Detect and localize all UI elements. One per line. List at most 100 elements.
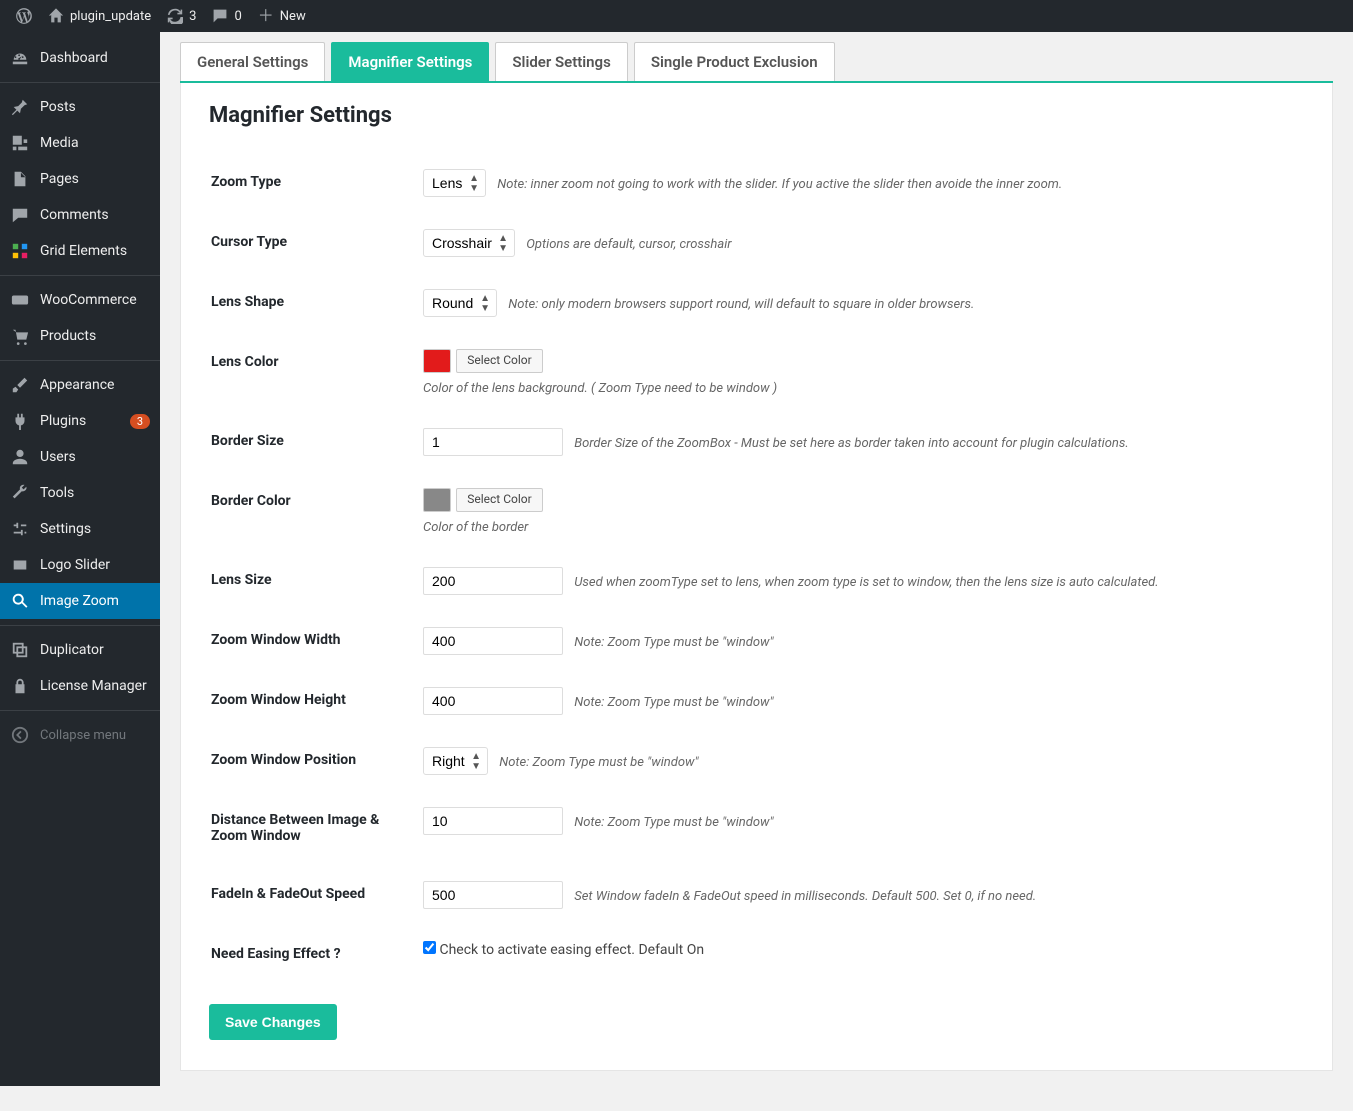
sidebar-item-tools[interactable]: Tools — [0, 475, 160, 511]
field-note: Used when zoomType set to lens, when zoo… — [574, 575, 1158, 590]
field-label: Border Color — [211, 473, 411, 550]
field-note: Note: Zoom Type must be "window" — [574, 635, 773, 650]
lens-shape-select[interactable]: Round — [424, 290, 496, 316]
field-label: Need Easing Effect ? — [211, 926, 411, 982]
field-note: Note: Zoom Type must be "window" — [574, 695, 773, 710]
comment-icon — [212, 8, 228, 24]
wp-logo[interactable] — [8, 0, 40, 32]
field-note: Set Window fadeIn & FadeOut speed in mil… — [574, 889, 1036, 904]
field-label: Zoom Window Width — [211, 612, 411, 670]
field-note: Options are default, cursor, crosshair — [526, 237, 731, 252]
wordpress-icon — [16, 8, 32, 24]
lens-color-button[interactable]: Select Color — [456, 349, 542, 373]
sidebar-item-grid-elements[interactable]: Grid Elements — [0, 233, 160, 269]
sidebar-item-products[interactable]: Products — [0, 318, 160, 354]
sidebar-item-label: Media — [40, 135, 150, 151]
sidebar-item-label: Comments — [40, 207, 150, 223]
refresh-icon — [167, 8, 183, 24]
field-note: Color of the lens background. ( Zoom Typ… — [423, 381, 1292, 396]
easing-label-text: Check to activate easing effect. Default… — [439, 942, 704, 958]
sidebar-item-label: Pages — [40, 171, 150, 187]
comments-link[interactable]: 0 — [204, 0, 249, 32]
border-color-button[interactable]: Select Color — [456, 488, 542, 512]
save-button[interactable]: Save Changes — [209, 1004, 337, 1040]
easing-checkbox-label[interactable]: Check to activate easing effect. Default… — [423, 942, 704, 958]
sidebar-item-label: Products — [40, 328, 150, 344]
sidebar-item-plugins[interactable]: Plugins 3 — [0, 403, 160, 439]
woocommerce-icon — [10, 290, 30, 310]
distance-input[interactable] — [423, 807, 563, 835]
sidebar-item-label: License Manager — [40, 678, 150, 694]
plus-icon: ＋ — [258, 8, 274, 24]
sidebar-item-dashboard[interactable]: Dashboard — [0, 40, 160, 76]
site-name-text: plugin_update — [70, 9, 151, 24]
field-note: Border Size of the ZoomBox - Must be set… — [574, 436, 1128, 451]
sidebar-item-logo-slider[interactable]: Logo Slider — [0, 547, 160, 583]
zoom-window-height-input[interactable] — [423, 687, 563, 715]
wrench-icon — [10, 483, 30, 503]
plugins-update-badge: 3 — [130, 414, 150, 429]
sidebar-item-license-manager[interactable]: License Manager — [0, 668, 160, 704]
lens-color-swatch[interactable] — [423, 349, 451, 373]
field-label: Zoom Window Position — [211, 732, 411, 790]
new-label: New — [280, 9, 306, 24]
sidebar-item-users[interactable]: Users — [0, 439, 160, 475]
duplicator-icon — [10, 640, 30, 660]
updates-link[interactable]: 3 — [159, 0, 204, 32]
zoom-window-width-input[interactable] — [423, 627, 563, 655]
collapse-menu[interactable]: Collapse menu — [0, 717, 160, 753]
sidebar-item-label: Posts — [40, 99, 150, 115]
dashboard-icon — [10, 48, 30, 68]
magnifier-icon — [10, 591, 30, 611]
pages-icon — [10, 169, 30, 189]
sidebar-item-posts[interactable]: Posts — [0, 89, 160, 125]
sidebar-item-settings[interactable]: Settings — [0, 511, 160, 547]
admin-sidebar: Dashboard Posts Media Pages Comments Gri… — [0, 32, 160, 1086]
new-content-link[interactable]: ＋ New — [250, 0, 314, 32]
sidebar-item-media[interactable]: Media — [0, 125, 160, 161]
field-label: Zoom Type — [211, 154, 411, 212]
zoom-type-select[interactable]: Lens — [424, 170, 485, 196]
border-color-swatch[interactable] — [423, 488, 451, 512]
media-icon — [10, 133, 30, 153]
sidebar-item-label: Duplicator — [40, 642, 150, 658]
field-note: Color of the border — [423, 520, 1292, 535]
comments-count: 0 — [234, 9, 241, 24]
home-icon — [48, 8, 64, 24]
field-label: FadeIn & FadeOut Speed — [211, 866, 411, 924]
comments-icon — [10, 205, 30, 225]
easing-checkbox[interactable] — [423, 941, 436, 954]
lens-size-input[interactable] — [423, 567, 563, 595]
tab-magnifier-settings[interactable]: Magnifier Settings — [331, 42, 489, 81]
fade-speed-input[interactable] — [423, 881, 563, 909]
sidebar-item-woocommerce[interactable]: WooCommerce — [0, 282, 160, 318]
field-note: Note: inner zoom not going to work with … — [497, 177, 1062, 192]
tab-slider-settings[interactable]: Slider Settings — [495, 42, 627, 81]
tab-general-settings[interactable]: General Settings — [180, 42, 325, 81]
plug-icon — [10, 411, 30, 431]
sidebar-item-appearance[interactable]: Appearance — [0, 367, 160, 403]
field-note: Note: only modern browsers support round… — [508, 297, 974, 312]
sidebar-item-label: Logo Slider — [40, 557, 150, 573]
zoom-window-position-select[interactable]: Right — [424, 748, 487, 774]
settings-form: Zoom Type Lens ▲▼ Note: inner zoom not g… — [209, 152, 1304, 984]
settings-tabs: General Settings Magnifier Settings Slid… — [180, 42, 1333, 83]
field-label: Cursor Type — [211, 214, 411, 272]
sidebar-item-label: Settings — [40, 521, 150, 537]
sidebar-item-label: Image Zoom — [40, 593, 150, 609]
site-name-link[interactable]: plugin_update — [40, 0, 159, 32]
sidebar-item-image-zoom[interactable]: Image Zoom — [0, 583, 160, 619]
tab-single-product-exclusion[interactable]: Single Product Exclusion — [634, 42, 835, 81]
sidebar-item-pages[interactable]: Pages — [0, 161, 160, 197]
sidebar-item-label: WooCommerce — [40, 292, 150, 308]
border-size-input[interactable] — [423, 428, 563, 456]
sliders-icon — [10, 519, 30, 539]
page-title: Magnifier Settings — [209, 103, 1304, 128]
sidebar-item-label: Appearance — [40, 377, 150, 393]
admin-bar: plugin_update 3 0 ＋ New — [0, 0, 1353, 32]
sidebar-item-label: Dashboard — [40, 50, 150, 66]
cursor-type-select[interactable]: Crosshair — [424, 230, 514, 256]
sidebar-item-duplicator[interactable]: Duplicator — [0, 632, 160, 668]
sidebar-item-comments[interactable]: Comments — [0, 197, 160, 233]
magnifier-settings-panel: Magnifier Settings Zoom Type Lens ▲▼ Not… — [180, 83, 1333, 1071]
